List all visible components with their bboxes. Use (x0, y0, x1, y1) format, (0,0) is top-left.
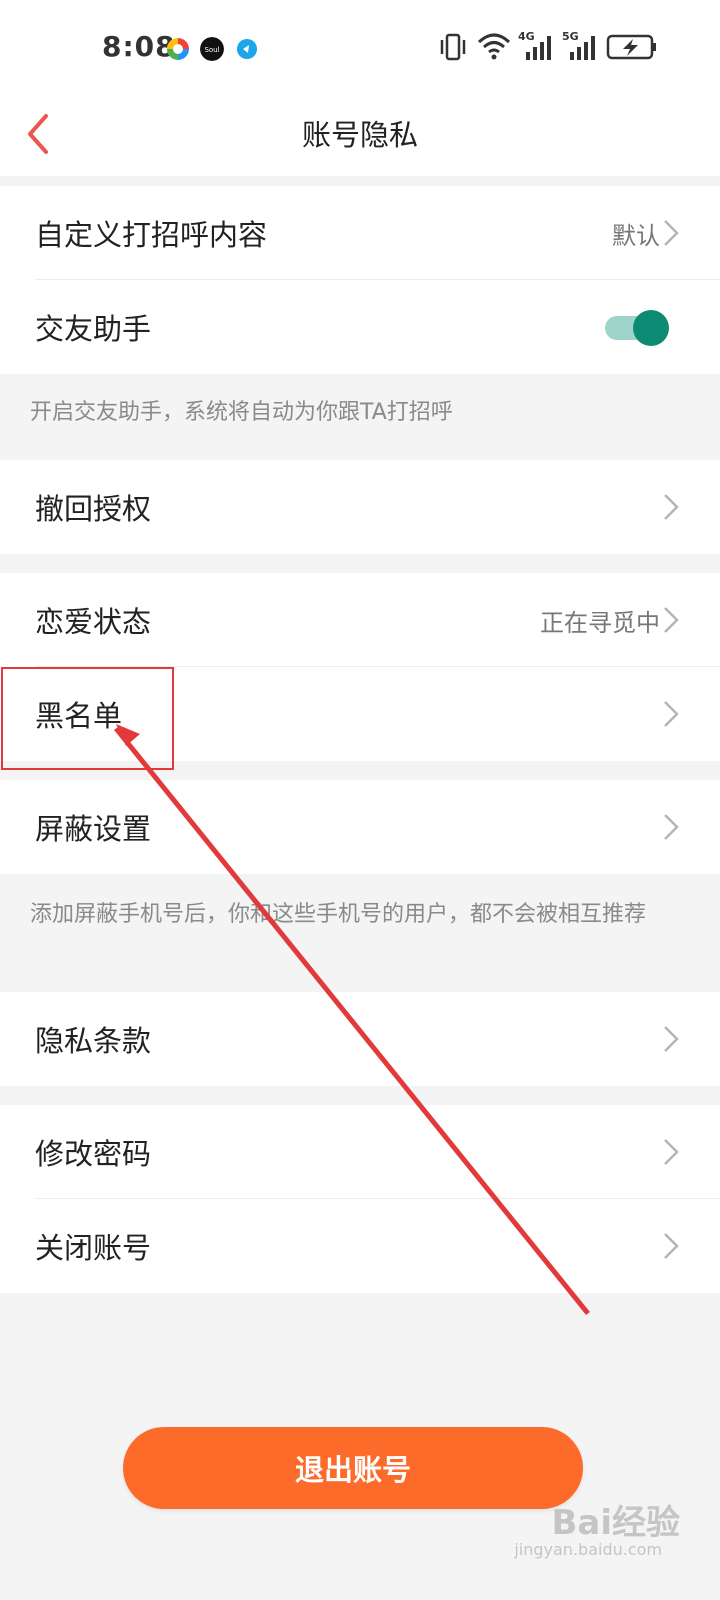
soul-app-icon: Soul (200, 37, 224, 61)
row-label: 屏蔽设置 (35, 812, 152, 846)
chevron-right-icon (664, 1233, 679, 1259)
row-label: 撤回授权 (35, 492, 152, 526)
row-value: 正在寻觅中 (540, 609, 660, 637)
baidu-watermark: Bai经验 (551, 1503, 680, 1543)
row-relationship-status[interactable]: 恋爱状态 正在寻觅中 (0, 573, 720, 667)
svg-text:Soul: Soul (204, 46, 219, 54)
logout-button[interactable]: 退出账号 (123, 1427, 583, 1509)
row-custom-greeting[interactable]: 自定义打招呼内容 默认 (0, 186, 720, 280)
dating-assistant-toggle[interactable] (605, 310, 669, 346)
baidu-watermark-url: jingyan.baidu.com (514, 1540, 662, 1559)
settings-group-greeting: 自定义打招呼内容 默认 交友助手 (0, 186, 720, 374)
settings-group-block: 屏蔽设置 (0, 780, 720, 874)
wifi-icon (477, 33, 511, 60)
status-time: 8:08 (102, 30, 176, 63)
blue-app-icon (237, 39, 257, 59)
signal-4g-icon: 4G (518, 30, 554, 64)
chevron-right-icon (664, 701, 679, 727)
chevron-right-icon (664, 494, 679, 520)
dating-assistant-note: 开启交友助手，系统将自动为你跟TA打招呼 (30, 400, 453, 425)
row-value: 默认 (612, 222, 660, 250)
header-bar: 账号隐私 (0, 96, 720, 176)
row-label: 关闭账号 (35, 1231, 152, 1265)
row-label: 恋爱状态 (35, 605, 152, 639)
row-label: 交友助手 (35, 312, 152, 346)
row-close-account[interactable]: 关闭账号 (0, 1199, 720, 1293)
battery-charging-icon (606, 34, 656, 60)
settings-group-revoke: 撤回授权 (0, 460, 720, 554)
toggle-knob (633, 310, 669, 346)
chevron-right-icon (664, 1026, 679, 1052)
vibrate-icon (440, 33, 466, 61)
page-title: 账号隐私 (301, 118, 418, 152)
status-bar: 8:08 Soul 4G 5G (0, 0, 720, 96)
chevron-right-icon (664, 1139, 679, 1165)
row-label: 自定义打招呼内容 (35, 218, 268, 252)
row-label: 修改密码 (35, 1137, 152, 1171)
settings-group-account: 修改密码 关闭账号 (0, 1105, 720, 1293)
row-change-password[interactable]: 修改密码 (0, 1105, 720, 1199)
block-settings-note: 添加屏蔽手机号后，你和这些手机号的用户，都不会被相互推荐 (30, 902, 647, 927)
color-circle-app-icon (167, 38, 189, 60)
row-privacy-policy[interactable]: 隐私条款 (0, 992, 720, 1086)
chevron-right-icon (664, 220, 679, 246)
row-dating-assistant: 交友助手 (0, 280, 720, 374)
chevron-right-icon (664, 607, 679, 633)
signal-5g-icon: 5G (562, 30, 598, 64)
row-label: 隐私条款 (35, 1024, 152, 1058)
row-revoke-authorization[interactable]: 撤回授权 (0, 460, 720, 554)
chevron-right-icon (664, 814, 679, 840)
row-block-settings[interactable]: 屏蔽设置 (0, 780, 720, 874)
settings-group-privacy: 隐私条款 (0, 992, 720, 1086)
annotation-highlight-box (1, 667, 174, 770)
